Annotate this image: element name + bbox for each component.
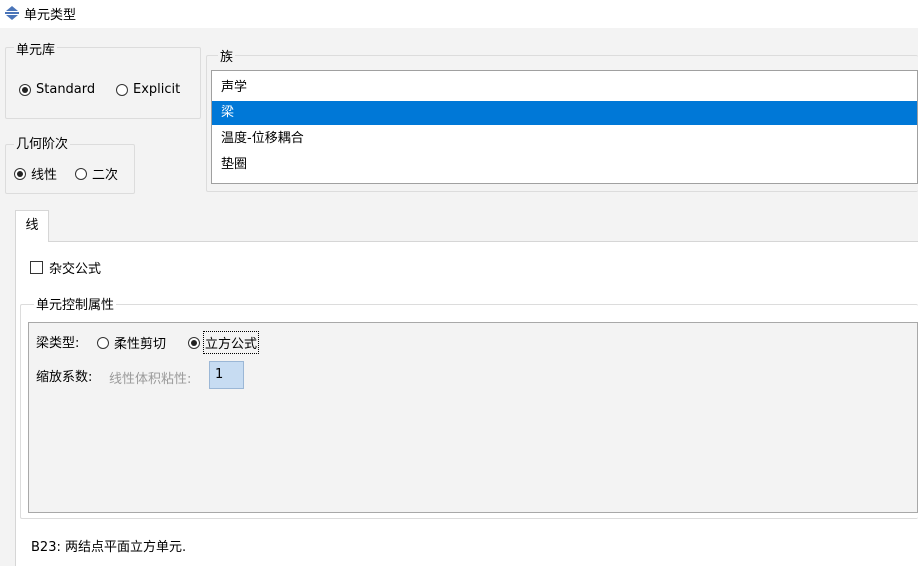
element-controls-legend: 单元控制属性 [34, 294, 117, 313]
radio-unselected-icon [97, 336, 109, 349]
title-bar: 单元类型 [0, 0, 918, 28]
family-item-acoustic[interactable]: 声学 [212, 76, 917, 100]
family-item-gasket[interactable]: 垫圈 [212, 153, 917, 177]
stacked-arrows-icon [5, 6, 19, 20]
bulk-viscosity-input[interactable]: 1 [209, 361, 244, 389]
beam-cubic-label: 立方公式 [202, 331, 260, 354]
family-item-beam[interactable]: 梁 [212, 101, 917, 125]
radio-selected-icon [14, 167, 26, 180]
library-standard-label: Standard [36, 82, 96, 97]
beam-shear-flexible-radio[interactable]: 柔性剪切 [97, 333, 166, 352]
radio-selected-icon [188, 336, 200, 349]
radio-selected-icon [19, 83, 31, 96]
hybrid-label: 杂交公式 [49, 262, 102, 277]
beam-cubic-radio[interactable]: 立方公式 [188, 331, 260, 354]
family-listbox[interactable]: 声学 梁 温度-位移耦合 垫圈 [211, 70, 918, 184]
family-legend: 族 [218, 46, 236, 65]
element-description: B23: 两结点平面立方单元. [31, 540, 187, 555]
library-standard-radio[interactable]: Standard [19, 82, 95, 97]
hybrid-checkbox[interactable] [30, 261, 43, 274]
library-explicit-label: Explicit [133, 82, 181, 97]
geometric-order-legend: 几何阶次 [14, 133, 71, 152]
tab-line[interactable]: 线 [15, 210, 49, 242]
radio-unselected-icon [75, 167, 87, 180]
library-legend: 单元库 [14, 39, 58, 58]
order-linear-radio[interactable]: 线性 [14, 164, 57, 183]
order-quadratic-radio[interactable]: 二次 [75, 164, 118, 183]
beam-type-label: 梁类型: [36, 336, 80, 351]
radio-unselected-icon [116, 83, 128, 96]
family-item-coupled-temp-disp[interactable]: 温度-位移耦合 [212, 127, 917, 151]
bulk-viscosity-label: 线性体积粘性: [109, 372, 192, 387]
scaling-factors-label: 缩放系数: [36, 370, 93, 385]
window-title: 单元类型 [24, 8, 77, 23]
order-quadratic-label: 二次 [92, 168, 119, 183]
library-explicit-radio[interactable]: Explicit [116, 82, 180, 97]
order-linear-label: 线性 [31, 168, 58, 183]
beam-shear-flexible-label: 柔性剪切 [114, 337, 167, 352]
